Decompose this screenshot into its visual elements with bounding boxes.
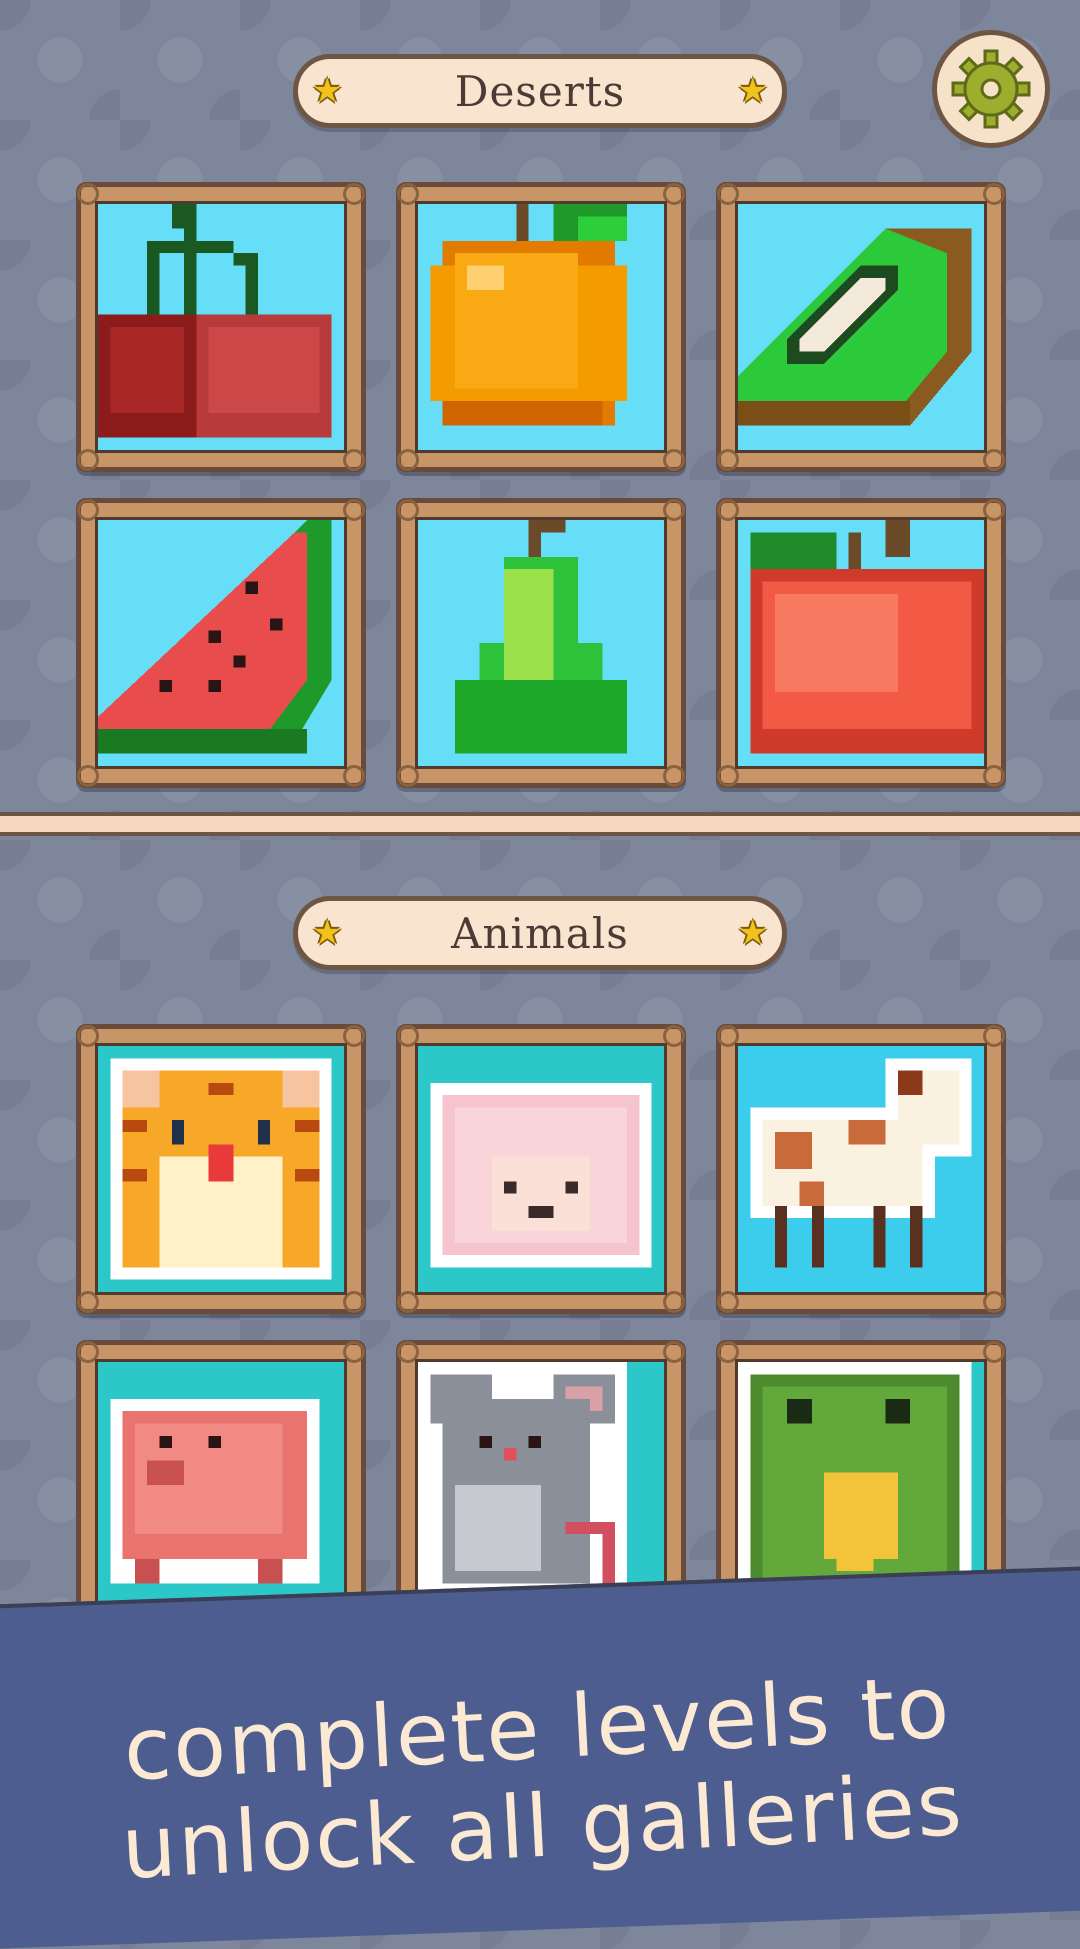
- kiwi-image: [738, 204, 984, 450]
- gallery-tile-cherries[interactable]: [76, 182, 366, 472]
- mouse-image: [418, 1362, 664, 1608]
- tiger-image: [98, 1046, 344, 1292]
- pear-image: [418, 520, 664, 766]
- gallery-tile-watermelon[interactable]: [76, 498, 366, 788]
- cow-image: [738, 1046, 984, 1292]
- star-icon: ★: [312, 71, 343, 111]
- gallery-tile-pear[interactable]: [396, 498, 686, 788]
- gallery-tile-tiger[interactable]: [76, 1024, 366, 1314]
- section-divider: [0, 812, 1080, 836]
- star-icon: ★: [737, 913, 768, 953]
- gallery-tile-apple[interactable]: [716, 498, 1006, 788]
- gear-icon: [951, 49, 1031, 129]
- section-banner-animals: ★ Animals ★: [293, 896, 787, 970]
- settings-button[interactable]: [932, 30, 1050, 148]
- gallery-tile-orange[interactable]: [396, 182, 686, 472]
- sheep-image: [418, 1046, 664, 1292]
- gallery-tile-pig[interactable]: [76, 1340, 366, 1630]
- watermelon-image: [98, 520, 344, 766]
- section-title: Deserts: [454, 66, 626, 116]
- gallery-tile-cow[interactable]: [716, 1024, 1006, 1314]
- star-icon: ★: [737, 71, 768, 111]
- orange-image: [418, 204, 664, 450]
- section-banner-deserts: ★ Deserts ★: [293, 54, 787, 128]
- gallery-tile-sheep[interactable]: [396, 1024, 686, 1314]
- cherries-image: [98, 204, 344, 450]
- pig-image: [98, 1362, 344, 1608]
- apple-image: [738, 520, 984, 766]
- gallery-tile-kiwi[interactable]: [716, 182, 1006, 472]
- star-icon: ★: [312, 913, 343, 953]
- section-title: Animals: [451, 908, 629, 958]
